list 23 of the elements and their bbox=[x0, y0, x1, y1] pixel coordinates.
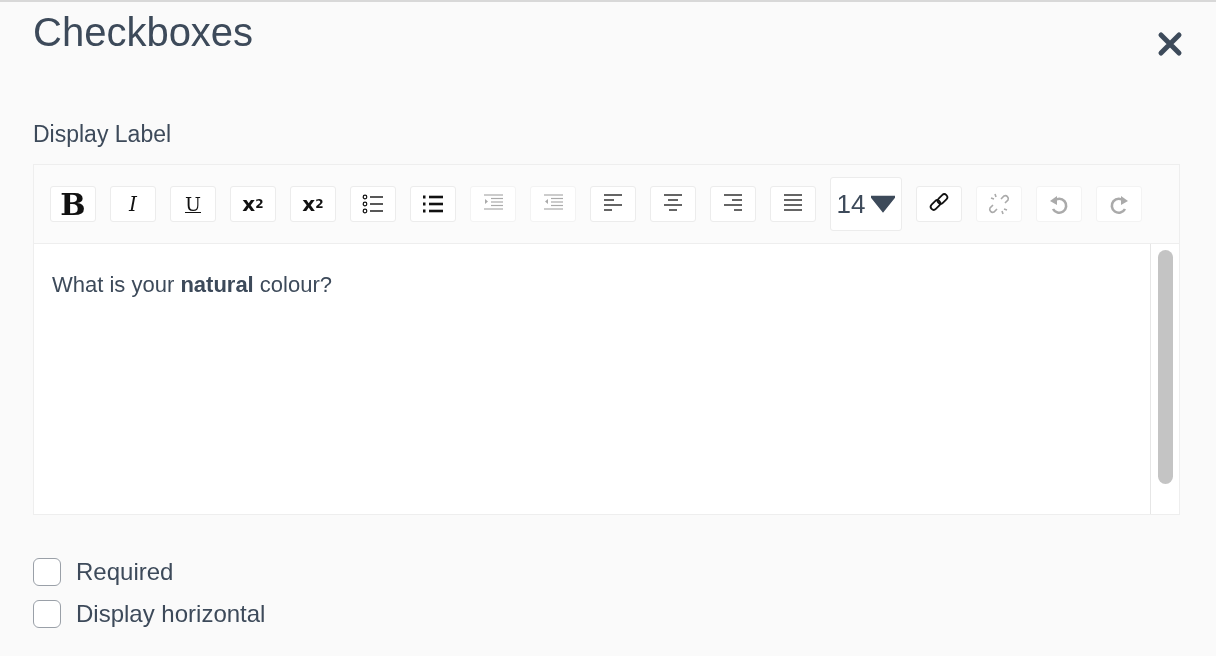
link-button[interactable] bbox=[916, 186, 962, 222]
bullet-list-button[interactable] bbox=[350, 186, 396, 222]
unlink-icon bbox=[987, 192, 1011, 216]
editor-text[interactable]: What is your natural colour? bbox=[34, 244, 1150, 514]
checkbox[interactable] bbox=[33, 558, 61, 586]
justify-button[interactable] bbox=[770, 186, 816, 222]
italic-button[interactable]: I bbox=[110, 186, 156, 222]
align-right-button[interactable] bbox=[710, 186, 756, 222]
bold-button[interactable]: B bbox=[50, 186, 96, 222]
superscript-button[interactable]: x$^{2}$ bbox=[230, 186, 276, 222]
checkbox-label: Required bbox=[76, 558, 174, 586]
scrollbar-thumb[interactable] bbox=[1157, 250, 1173, 484]
close-icon[interactable] bbox=[1156, 30, 1184, 58]
font-size-dropdown[interactable]: 14 bbox=[830, 177, 902, 231]
align-left-button[interactable] bbox=[590, 186, 636, 222]
checkbox-label: Display horizontal bbox=[76, 600, 266, 628]
dialog-title: Checkboxes bbox=[33, 9, 254, 56]
bullet-list-icon bbox=[361, 192, 385, 216]
checkbox[interactable] bbox=[33, 600, 61, 628]
align-center-button[interactable] bbox=[650, 186, 696, 222]
underline-button[interactable]: U bbox=[170, 186, 216, 222]
numbered-list-button[interactable] bbox=[410, 186, 456, 222]
field-label: Display Label bbox=[33, 120, 173, 148]
